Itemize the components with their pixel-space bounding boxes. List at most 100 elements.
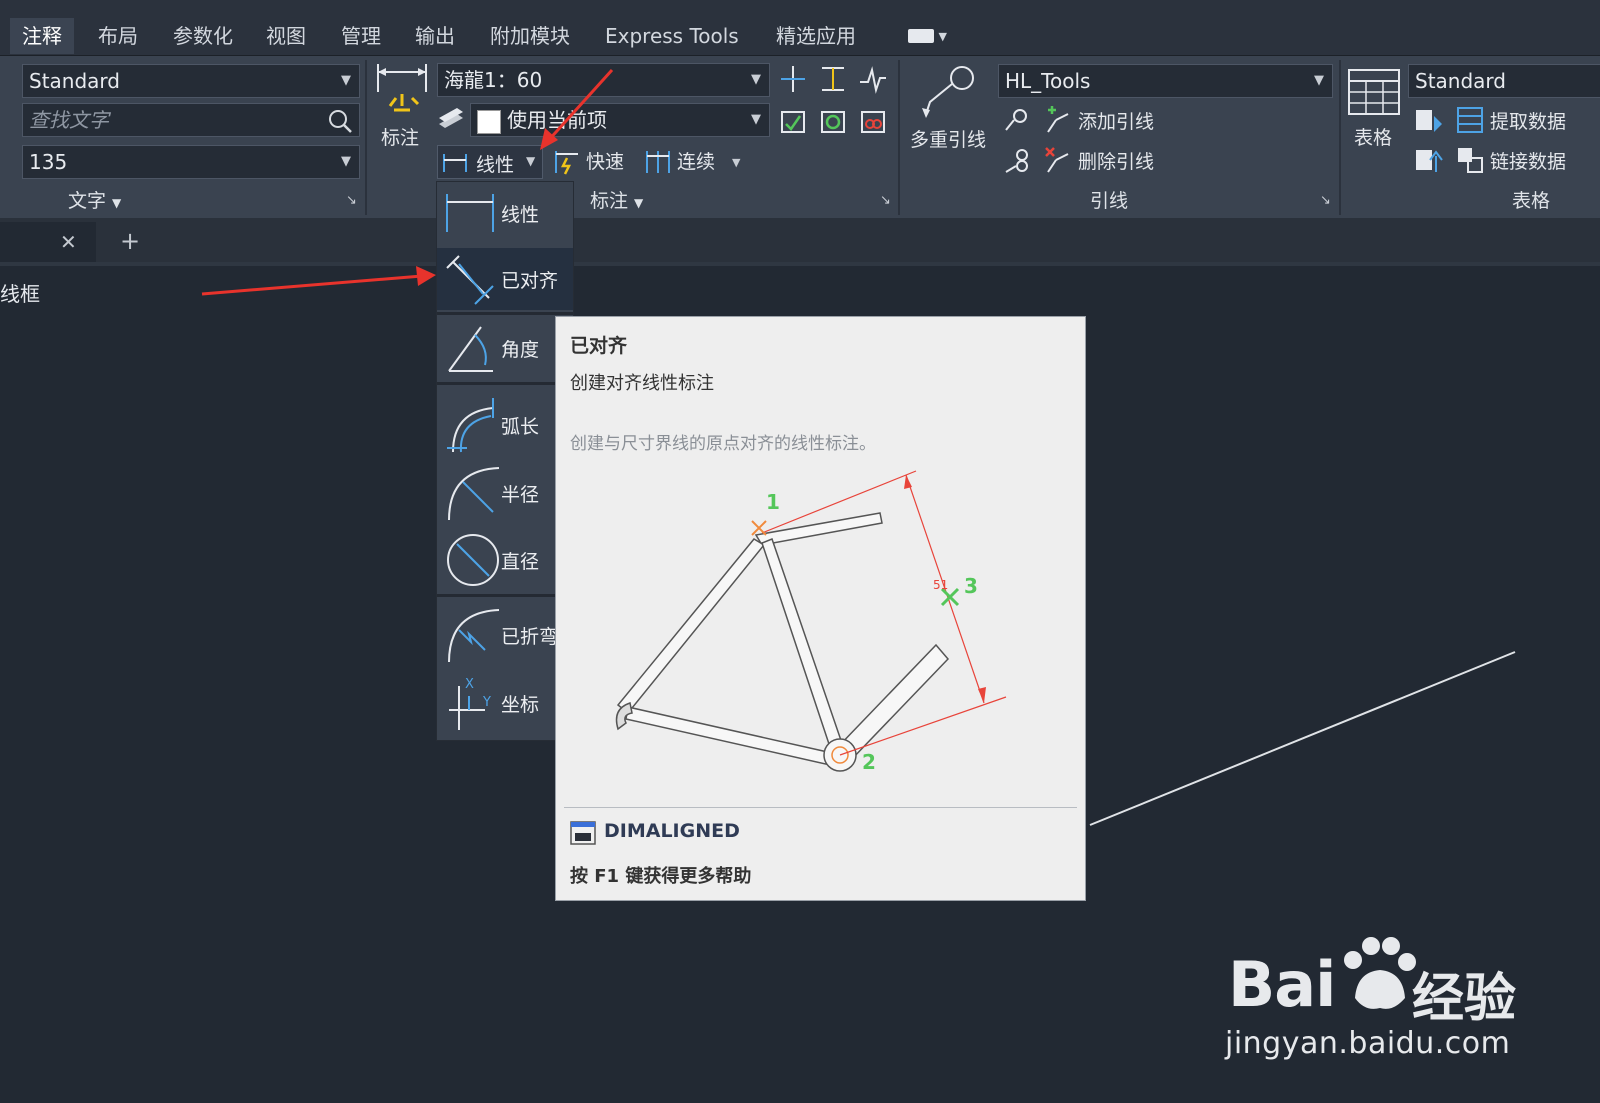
- ribbon-tab-bar: 注释 布局 参数化 视图 管理 输出 附加模块 Express Tools 精选…: [0, 0, 1600, 56]
- break-dim-icon[interactable]: [778, 64, 808, 94]
- link-data-icon: [1458, 148, 1483, 173]
- document-tab-strip: [0, 218, 1600, 264]
- tooltip-aligned: 已对齐 创建对齐线性标注 创建与尺寸界线的原点对齐的线性标注。 1 2 3 51…: [555, 316, 1086, 901]
- dimension-icon[interactable]: [374, 62, 430, 122]
- find-text-input[interactable]: 查找文字: [22, 103, 360, 137]
- point-2-label: 2: [862, 750, 876, 774]
- viewport-visual-style-label[interactable]: 线框: [0, 278, 40, 307]
- extract-data-label[interactable]: 提取数据: [1490, 110, 1566, 134]
- tab-express-tools[interactable]: Express Tools: [605, 18, 739, 54]
- tab-underline: [0, 262, 1600, 266]
- multileader-icon[interactable]: [918, 64, 978, 120]
- command-icon: [570, 821, 596, 845]
- continue-dim-label[interactable]: 连续: [677, 150, 715, 174]
- table-icon[interactable]: [1347, 68, 1401, 116]
- add-leader-label[interactable]: 添加引线: [1078, 110, 1154, 134]
- leader-panel-title[interactable]: 引线: [1090, 188, 1128, 214]
- layer-stack-icon: [439, 108, 463, 128]
- reassociate-dim-icon[interactable]: [858, 106, 888, 136]
- leader-panel-launcher-icon[interactable]: ↘: [1320, 193, 1331, 208]
- menu-item-linear[interactable]: 线性: [437, 182, 573, 244]
- menu-item-jogged[interactable]: 已折弯: [437, 604, 573, 666]
- paw-logo-icon: [1344, 937, 1416, 1009]
- tooltip-description: 创建与尺寸界线的原点对齐的线性标注。: [570, 434, 876, 454]
- document-tab[interactable]: ✕: [0, 222, 96, 264]
- text-height-combo[interactable]: 135 ▼: [22, 145, 360, 179]
- menu-item-radius[interactable]: 半径: [437, 462, 573, 524]
- tab-layout[interactable]: 布局: [98, 18, 138, 54]
- update-dim-icon[interactable]: [818, 106, 848, 136]
- tooltip-divider: [564, 807, 1077, 808]
- chevron-down-icon: ▼: [634, 196, 644, 210]
- table-panel-title[interactable]: 表格: [1512, 188, 1550, 214]
- tab-parametric[interactable]: 参数化: [173, 18, 233, 54]
- panel-divider: [1339, 60, 1341, 215]
- point-3-label: 3: [964, 574, 978, 598]
- extract-data-icon: [1457, 107, 1483, 133]
- dimension-label: 标注: [381, 127, 420, 149]
- watermark-brand: Bai: [1228, 948, 1336, 1021]
- inspect-dim-icon[interactable]: [778, 106, 808, 136]
- menu-item-arc-length[interactable]: 弧长: [437, 394, 573, 456]
- dim-panel-title[interactable]: 标注 ▼: [590, 188, 643, 214]
- chevron-down-icon: ▼: [112, 196, 122, 210]
- angular-dim-icon: [448, 326, 493, 372]
- point-1-label: 1: [766, 490, 780, 514]
- leader-collect-icon[interactable]: [1002, 146, 1032, 176]
- chevron-down-icon: ▼: [1314, 73, 1324, 88]
- ordinate-dim-icon: X Y: [449, 677, 491, 730]
- multileader-label: 多重引线: [910, 129, 987, 151]
- menu-item-ordinate[interactable]: X Y 坐标: [437, 672, 573, 734]
- panel-divider: [365, 60, 367, 215]
- dimension-value-label: 51: [933, 578, 948, 592]
- tab-manage[interactable]: 管理: [341, 18, 381, 54]
- table-style-combo[interactable]: Standard: [1408, 64, 1600, 98]
- data-link-icon[interactable]: [1414, 106, 1444, 136]
- tab-view[interactable]: 视图: [266, 18, 306, 54]
- leader-style-combo[interactable]: HL_Tools ▼: [998, 64, 1333, 98]
- chevron-down-icon[interactable]: ▼: [732, 156, 740, 169]
- tab-addins[interactable]: 附加模块: [490, 18, 570, 54]
- dim-layer-combo[interactable]: 使用当前项 ▼: [470, 103, 770, 137]
- aligned-dim-icon: [446, 255, 494, 305]
- new-tab-button[interactable]: +: [120, 227, 140, 255]
- menu-item-diameter[interactable]: 直径: [437, 529, 573, 591]
- text-style-combo[interactable]: Standard ▼: [22, 64, 360, 98]
- svg-text:X: X: [465, 677, 474, 692]
- continue-dim-icon: [646, 151, 670, 173]
- jog-line-icon[interactable]: [858, 64, 888, 94]
- search-icon[interactable]: [327, 108, 353, 134]
- diameter-dim-icon: [447, 534, 499, 586]
- link-data-label[interactable]: 链接数据: [1490, 150, 1566, 174]
- tooltip-help-hint: 按 F1 键获得更多帮助: [570, 866, 752, 887]
- tab-output[interactable]: 输出: [415, 18, 455, 54]
- dim-style-combo[interactable]: 海龍1：60 ▼: [437, 63, 770, 97]
- tab-annotate[interactable]: 注释: [10, 18, 74, 54]
- tooltip-title: 已对齐: [570, 335, 628, 357]
- leader-align-icon[interactable]: [1002, 106, 1032, 136]
- menu-separator: [437, 382, 573, 385]
- menu-separator: [437, 594, 573, 597]
- remove-leader-label[interactable]: 删除引线: [1078, 150, 1154, 174]
- panel-icon: [908, 29, 934, 43]
- quick-dim-label[interactable]: 快速: [586, 150, 624, 174]
- linear-dim-split-button[interactable]: 线性 ▼: [437, 145, 543, 179]
- chevron-down-icon[interactable]: ▼: [526, 154, 535, 168]
- menu-item-aligned[interactable]: 已对齐: [437, 248, 573, 310]
- tab-featured-apps[interactable]: 精选应用: [776, 18, 856, 54]
- add-leader-icon: [1047, 106, 1069, 133]
- jogged-dim-icon: [448, 609, 500, 663]
- upload-data-icon[interactable]: [1414, 146, 1444, 176]
- text-panel-launcher-icon[interactable]: ↘: [346, 193, 357, 208]
- close-icon[interactable]: ✕: [60, 230, 77, 254]
- tooltip-subtitle: 创建对齐线性标注: [570, 373, 714, 394]
- quick-dim-icon: [555, 151, 578, 175]
- adjust-space-icon[interactable]: [818, 64, 848, 94]
- ribbon-minimize-button[interactable]: ▼: [908, 18, 947, 54]
- menu-separator: [437, 312, 573, 315]
- table-label: 表格: [1354, 127, 1393, 149]
- chevron-down-icon: ▼: [341, 154, 351, 169]
- dim-panel-launcher-icon[interactable]: ↘: [880, 193, 891, 208]
- text-panel-title[interactable]: 文字 ▼: [68, 188, 121, 214]
- menu-item-angular[interactable]: 角度: [437, 317, 573, 379]
